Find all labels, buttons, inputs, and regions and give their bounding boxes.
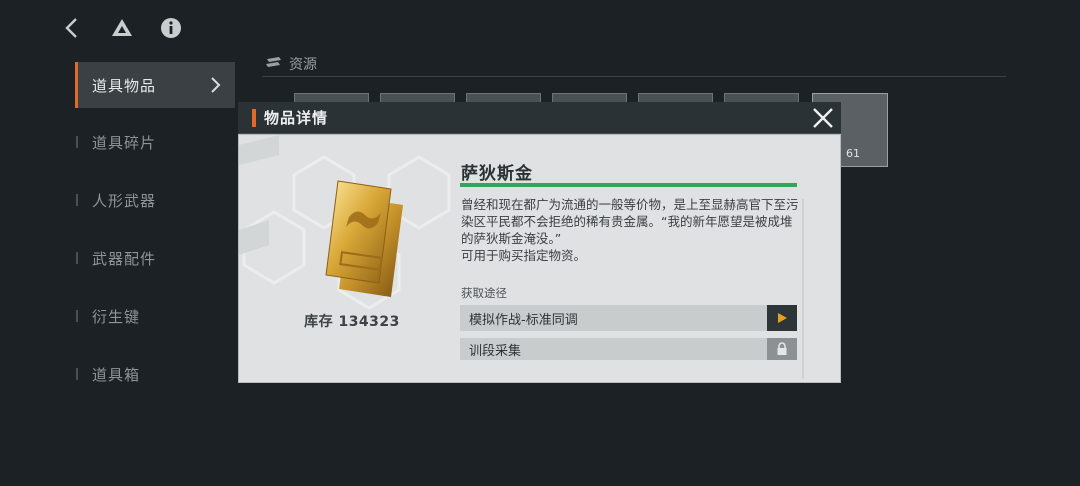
modal-header: 物品详情 [238, 102, 841, 134]
sidebar-item-label: 道具碎片 [92, 133, 157, 152]
sidebar-item-weapon-parts[interactable]: 武器配件 [75, 234, 235, 282]
sidebar-item-label: 人形武器 [92, 191, 157, 210]
resources-icon [265, 55, 283, 73]
play-icon [778, 313, 787, 323]
obtain-route-training[interactable]: 训段采集 [460, 338, 797, 360]
item-name-underline [460, 183, 797, 187]
sidebar-item-label: 道具箱 [92, 365, 141, 384]
title-accent-bar [252, 108, 256, 127]
resource-tile-count: 61 [846, 147, 860, 160]
lock-icon [777, 342, 787, 355]
resources-title: 资源 [289, 57, 317, 73]
route-label: 训段采集 [469, 343, 522, 359]
obtain-route-simulation[interactable]: 模拟作战-标准同调 [460, 305, 797, 331]
sidebar-item-label: 衍生键 [92, 307, 141, 326]
stock-count: 库存 134323 [304, 314, 400, 330]
obtain-methods-label: 获取途径 [461, 286, 507, 300]
close-icon [813, 108, 833, 128]
item-name: 萨狄斯金 [461, 164, 533, 184]
sidebar-item-fragments[interactable]: 道具碎片 [75, 118, 235, 166]
resources-section-header: 资源 [265, 54, 317, 74]
info-icon[interactable] [160, 17, 182, 43]
route-go-button[interactable] [767, 305, 797, 331]
route-label: 模拟作战-标准同调 [469, 312, 578, 328]
sidebar-item-items[interactable]: 道具物品 [75, 62, 235, 108]
resources-divider [262, 76, 1006, 77]
chevron-right-icon [209, 75, 221, 99]
sidebar-item-doll-weapons[interactable]: 人形武器 [75, 176, 235, 224]
modal-title: 物品详情 [264, 109, 329, 127]
sidebar-item-item-boxes[interactable]: 道具箱 [75, 350, 235, 398]
category-sidebar: 道具物品 道具碎片 人形武器 武器配件 衍生键 道具箱 [75, 62, 235, 408]
sidebar-item-label: 武器配件 [92, 249, 157, 268]
drive-icon[interactable] [110, 17, 134, 43]
item-description: 曾经和现在都广为流通的一般等价物，是上至显赫高官下至污染区平民都不会拒绝的稀有贵… [461, 197, 799, 263]
back-icon[interactable] [62, 16, 82, 44]
sidebar-item-derived-keys[interactable]: 衍生键 [75, 292, 235, 340]
route-locked-button [767, 338, 797, 360]
description-scrollbar[interactable] [802, 199, 804, 379]
item-detail-modal: 物品详情 库存 134323 萨狄斯金 曾经和现在都广为流通的一般等价物，是上至… [238, 102, 841, 383]
modal-body: 库存 134323 萨狄斯金 曾经和现在都广为流通的一般等价物，是上至显赫高官下… [238, 134, 841, 383]
gold-bar-icon [313, 177, 413, 301]
sidebar-item-label: 道具物品 [92, 76, 157, 95]
close-button[interactable] [811, 106, 835, 130]
